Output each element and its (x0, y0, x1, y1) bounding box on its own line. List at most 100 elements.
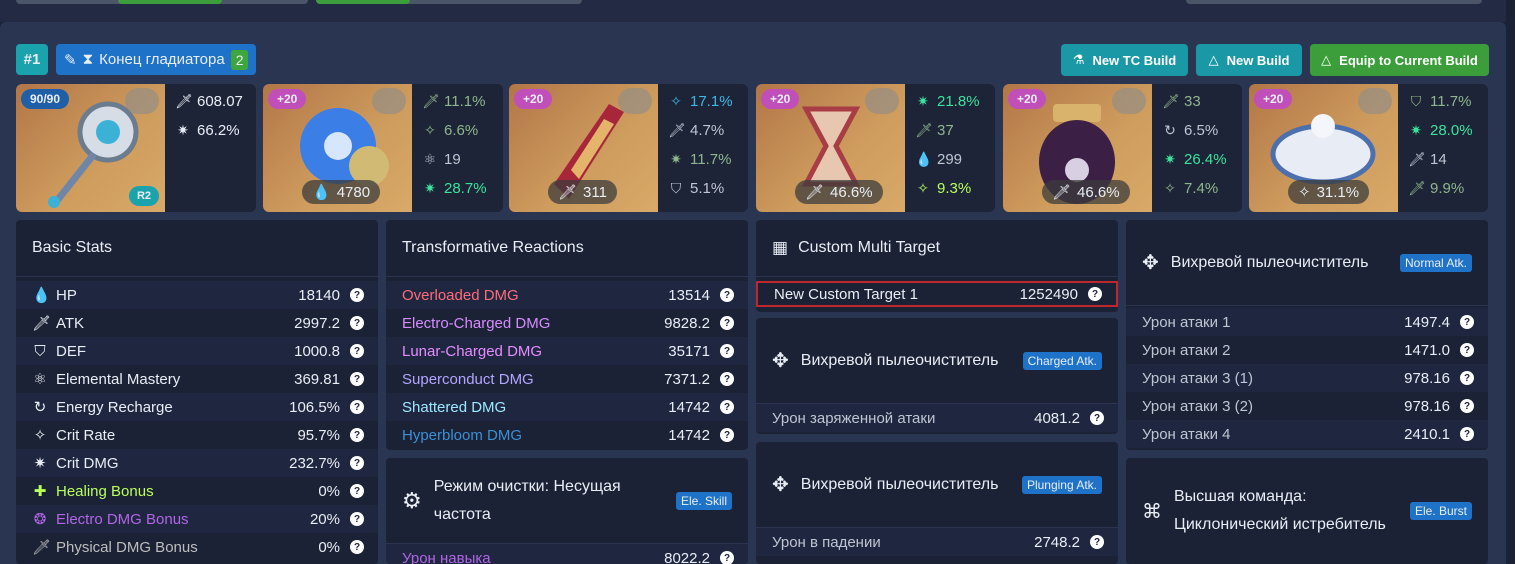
substat: ↻ 6.5% (1162, 119, 1242, 141)
normal-label: Урон атаки 3 (2) (1142, 397, 1253, 415)
artifact-card-circlet[interactable]: +20 ✧ 31.1% ⛉ 11.7% ✷ 28.0% 🗡 14 🗡 9.9% (1249, 84, 1488, 212)
help-icon[interactable]: ? (350, 512, 364, 526)
weapon-atk-stat: 🗡 608.07 (175, 90, 256, 112)
character-avatar[interactable] (1112, 88, 1146, 114)
transformative-title: Transformative Reactions (386, 220, 748, 277)
help-icon[interactable]: ? (1090, 535, 1104, 549)
stat-label: HP (56, 286, 77, 304)
substat-value: 7.4% (1184, 179, 1219, 197)
artifact-main-stat: ✧ 31.1% (1288, 180, 1370, 204)
artifact-main-stat: 🗡 311 (548, 180, 617, 204)
new-build-button[interactable]: △ New Build (1196, 44, 1302, 76)
normal-tag: Normal Atk. (1399, 253, 1472, 272)
artifact-card-goblet[interactable]: +20 🗡 46.6% 🗡 33 ↻ 6.5% ✷ 26.4% ✧ 7.4% (1003, 84, 1242, 212)
help-icon[interactable]: ? (1090, 411, 1104, 425)
reaction-row-lunar-charged: Lunar-Charged DMG 35171? (386, 337, 748, 365)
help-icon[interactable]: ? (720, 288, 734, 302)
basic-stats-rows: 💧 HP 18140? 🗡 ATK 2997.2? ⛉ DEF 1000.8? ⚛ Eleme… (16, 277, 378, 561)
top-tab-c[interactable] (1186, 0, 1482, 4)
help-icon[interactable]: ? (350, 372, 364, 386)
artifact-card-plume[interactable]: +20 🗡 311 ✧ 17.1% 🗡 4.7% ✷ 11.7% ⛉ 5.1% (509, 84, 748, 212)
reaction-value: 14742 (668, 398, 710, 416)
help-icon[interactable]: ? (1088, 287, 1102, 301)
custom-target-row[interactable]: New Custom Target 1 1252490 ? (756, 281, 1118, 307)
character-avatar[interactable] (372, 88, 406, 114)
stat-value: 95.7% (297, 426, 340, 444)
help-icon[interactable]: ? (350, 288, 364, 302)
artifact-level: +20 (761, 89, 800, 109)
crit-dmg-icon: ✷ (177, 121, 189, 138)
normal-row: Урон атаки 2 1471.0? (1126, 336, 1488, 364)
help-icon[interactable]: ? (350, 456, 364, 470)
charged-damage-row: Урон заряженной атаки 4081.2? (756, 404, 1118, 432)
atk-icon: 🗡 (1052, 184, 1072, 201)
help-icon[interactable]: ? (350, 344, 364, 358)
help-icon[interactable]: ? (1460, 399, 1474, 413)
reaction-row-shattered: Shattered DMG 14742? (386, 393, 748, 421)
elemental-skill-panel: ⚙ Режим очистки: Несущая частота Ele. Sk… (386, 458, 748, 564)
stat-label: Crit DMG (56, 454, 119, 472)
skill-damage-row: Урон навыка 8022.2? (386, 544, 748, 564)
stat-value: 0% (318, 538, 340, 556)
help-icon[interactable]: ? (350, 400, 364, 414)
character-avatar[interactable] (865, 88, 899, 114)
charged-header: ✥ Вихревой пылеочиститель Charged Atk. (756, 318, 1118, 404)
stat-row-crit-dmg: ✷ Crit DMG 232.7%? (16, 449, 378, 477)
normal-header: ✥ Вихревой пылеочиститель Normal Atk. (1126, 220, 1488, 306)
help-icon[interactable]: ? (1460, 343, 1474, 357)
reaction-label: Overloaded DMG (402, 286, 519, 304)
custom-title-row: ▦ Custom Multi Target (756, 220, 1118, 277)
weapon-stats: 🗡 608.07 ✷ 66.2% (165, 84, 256, 212)
character-avatar[interactable] (125, 88, 159, 114)
help-icon[interactable]: ? (350, 540, 364, 554)
set-name: Конец гладиатора (99, 51, 225, 68)
substat-value: 33 (1184, 92, 1201, 110)
substat: 💧 299 (915, 148, 995, 170)
artifact-substats: ✧ 17.1% 🗡 4.7% ✷ 11.7% ⛉ 5.1% (658, 84, 748, 212)
stat-value: 0% (318, 482, 340, 500)
substat: ✷ 11.7% (668, 148, 748, 170)
help-icon[interactable]: ? (720, 400, 734, 414)
help-icon[interactable]: ? (1460, 427, 1474, 441)
stat-value: 2997.2 (294, 314, 340, 332)
elemental-mastery-icon: ⚛ (33, 371, 47, 388)
weapon-card[interactable]: 90/90 R2 🗡 608.07 ✷ 66.2% (16, 84, 256, 212)
burst-icon: ⌘ (1142, 500, 1162, 523)
substat: ✧ 7.4% (1162, 177, 1242, 199)
help-icon[interactable]: ? (720, 551, 734, 564)
stat-value: 232.7% (289, 454, 340, 472)
new-tc-build-button[interactable]: ⚗ New TC Build (1061, 44, 1188, 76)
reaction-row-superconduct: Superconduct DMG 7371.2? (386, 365, 748, 393)
character-avatar[interactable] (1358, 88, 1392, 114)
top-tab-accent2 (316, 0, 410, 4)
help-icon[interactable]: ? (350, 428, 364, 442)
help-icon[interactable]: ? (1460, 371, 1474, 385)
atk-icon: 🗡 (915, 121, 933, 138)
help-icon[interactable]: ? (350, 484, 364, 498)
artifact-image: +20 🗡 311 (509, 84, 658, 212)
artifact-card-flower[interactable]: +20 💧 4780 🗡 11.1% ✧ 6.6% ⚛ 19 ✷ 28.7% (263, 84, 503, 212)
help-icon[interactable]: ? (350, 316, 364, 330)
normal-row: Урон атаки 1 1497.4? (1126, 308, 1488, 336)
artifact-card-sands[interactable]: +20 🗡 46.6% ✷ 21.8% 🗡 37 💧 299 ✧ 9.3% (756, 84, 995, 212)
crit-rate-icon: ✧ (670, 92, 682, 109)
hp-drop-icon: 💧 (32, 287, 51, 304)
character-avatar[interactable] (618, 88, 652, 114)
normal-label: Урон атаки 4 (1142, 425, 1231, 443)
stat-label: Electro DMG Bonus (56, 510, 189, 528)
help-icon[interactable]: ? (720, 316, 734, 330)
substat-value: 6.6% (444, 121, 479, 139)
normal-value: 978.16 (1404, 369, 1450, 387)
substat-value: 299 (937, 150, 963, 168)
burst-header: ⌘ Высшая команда: Циклонический истребит… (1126, 458, 1488, 564)
artifact-level: +20 (514, 89, 553, 109)
burst-tag: Ele. Burst (1409, 502, 1472, 520)
help-icon[interactable]: ? (720, 372, 734, 386)
substat: 🗡 37 (915, 119, 995, 141)
artifact-image: +20 🗡 46.6% (1003, 84, 1152, 212)
help-icon[interactable]: ? (720, 344, 734, 358)
help-icon[interactable]: ? (1460, 315, 1474, 329)
equip-build-button[interactable]: △ Equip to Current Build (1310, 44, 1489, 76)
charged-tag: Charged Atk. (1022, 351, 1102, 370)
help-icon[interactable]: ? (720, 428, 734, 442)
